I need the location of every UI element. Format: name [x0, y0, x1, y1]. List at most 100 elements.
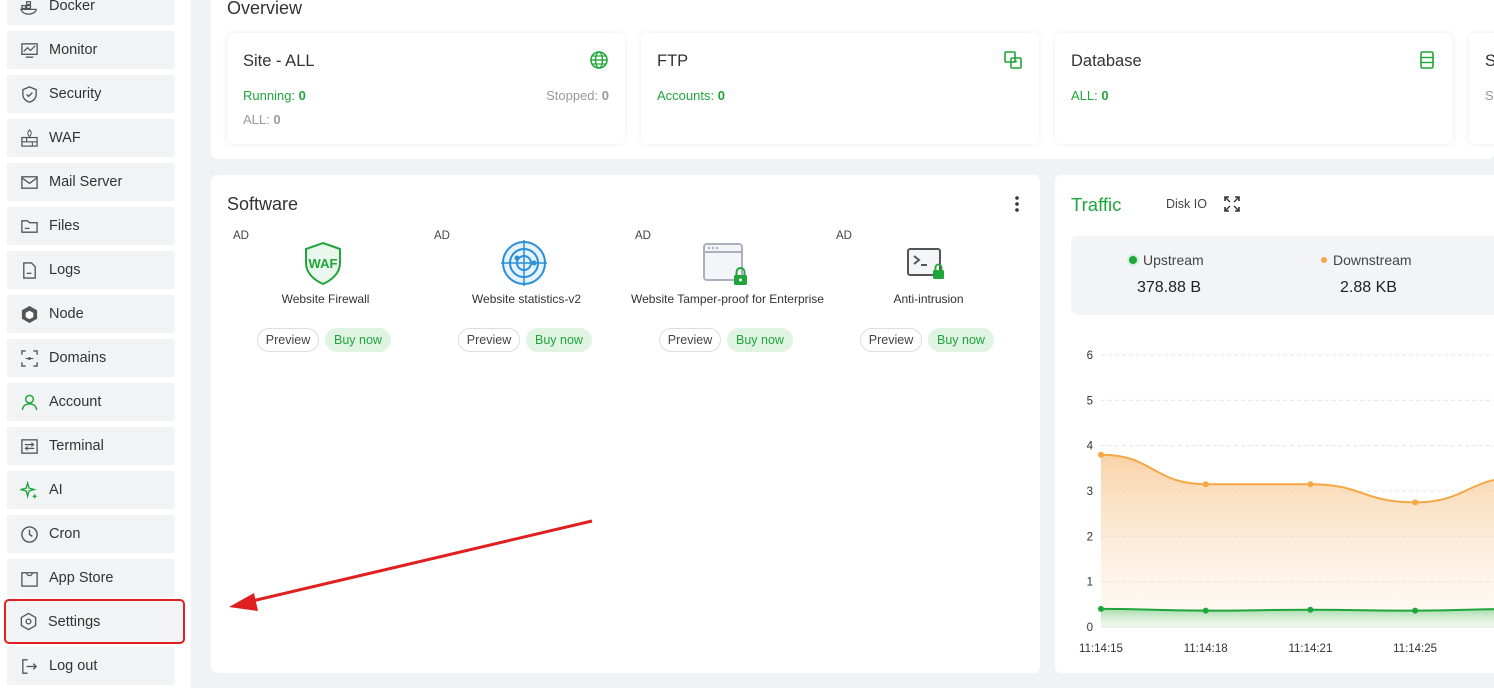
sidebar-item-files[interactable]: Files [7, 207, 175, 245]
svg-text:WAF: WAF [309, 256, 338, 271]
preview-button[interactable]: Preview [458, 328, 520, 352]
cut-off-card-title: S [1485, 52, 1494, 70]
more-vertical-icon[interactable] [1012, 195, 1022, 213]
expand-icon[interactable] [1224, 196, 1240, 212]
software-item-anti-intrusion: AD Anti-intrusion Preview Buy now [830, 227, 1030, 357]
log-file-icon [19, 260, 39, 280]
buy-now-button[interactable]: Buy now [526, 328, 592, 352]
sidebar-item-ai[interactable]: AI [7, 471, 175, 509]
y-tick-label: 1 [1087, 577, 1093, 589]
anti-intrusion-terminal-icon[interactable] [902, 239, 950, 287]
upstream-label: Upstream [1143, 252, 1204, 268]
sidebar-item-label: Cron [49, 526, 81, 542]
sidebar-item-terminal[interactable]: Terminal [7, 427, 175, 465]
ftp-card-title: FTP [657, 52, 689, 70]
buy-now-button[interactable]: Buy now [727, 328, 793, 352]
database-icon [1420, 51, 1434, 69]
ftp-accounts[interactable]: Accounts: 0 [657, 88, 725, 103]
legend-downstream[interactable]: Downstream [1321, 252, 1412, 268]
sidebar-item-label: Log out [49, 658, 98, 674]
sidebar-item-label: Domains [49, 350, 107, 366]
sidebar-item-app-store[interactable]: App Store [7, 559, 175, 597]
sidebar-item-node[interactable]: Node [7, 295, 175, 333]
y-tick-label: 5 [1087, 395, 1093, 407]
settings-icon [18, 612, 38, 632]
sidebar-item-label: Node [49, 306, 84, 322]
software-panel: Software AD WAF Website Firewall Preview… [211, 175, 1040, 673]
cut-off-card[interactable]: S S [1469, 33, 1494, 144]
traffic-chart: 0 1 2 3 4 5 6 11:14:15 11:14:18 11:14:21 11:14:25 [1079, 350, 1494, 655]
software-name: Website Tamper-proof for Enterprise [631, 292, 824, 306]
series-area-upstream [1101, 608, 1494, 627]
site-stopped[interactable]: Stopped: 0 [546, 88, 609, 103]
x-tick-label: 11:14:21 [1288, 643, 1332, 655]
statistics-target-icon[interactable] [500, 239, 548, 287]
data-point-upstream [1412, 607, 1419, 614]
y-tick-label: 6 [1087, 350, 1093, 362]
preview-button[interactable]: Preview [860, 328, 922, 352]
sidebar-item-log-out[interactable]: Log out [7, 647, 175, 685]
tab-disk-io[interactable]: Disk IO [1166, 197, 1207, 211]
sidebar-item-label: Mail Server [49, 174, 123, 190]
buy-now-button[interactable]: Buy now [325, 328, 391, 352]
traffic-summary: Upstream 378.88 B Downstream 2.88 KB [1071, 236, 1494, 315]
sidebar-item-label: Docker [49, 0, 95, 14]
sidebar-item-account[interactable]: Account [7, 383, 175, 421]
tab-traffic[interactable]: Traffic [1071, 194, 1121, 216]
tamper-proof-lock-icon[interactable] [701, 239, 749, 287]
docker-icon [19, 0, 39, 16]
sidebar-item-mail-server[interactable]: Mail Server [7, 163, 175, 201]
waf-shield-icon[interactable]: WAF [299, 239, 347, 287]
database-all[interactable]: ALL: 0 [1071, 88, 1109, 103]
sidebar-item-label: Security [49, 86, 102, 102]
site-running[interactable]: Running: 0 [243, 88, 306, 103]
user-icon [19, 392, 39, 412]
sidebar-item-label: WAF [49, 130, 81, 146]
sidebar-item-label: AI [49, 482, 63, 498]
y-tick-label: 3 [1087, 486, 1093, 498]
monitor-icon [19, 40, 39, 60]
ftp-card[interactable]: FTP Accounts: 0 [641, 33, 1039, 144]
data-point-downstream [1307, 481, 1314, 488]
data-point-upstream [1202, 607, 1209, 614]
sidebar-item-monitor[interactable]: Monitor [7, 31, 175, 69]
accounts-label: Accounts: [657, 88, 715, 103]
db-all-count: 0 [1101, 88, 1109, 103]
sidebar-item-logs[interactable]: Logs [7, 251, 175, 289]
sidebar-item-label: App Store [49, 570, 114, 586]
shield-icon [19, 84, 39, 104]
logout-icon [19, 656, 39, 676]
sidebar-item-cron[interactable]: Cron [7, 515, 175, 553]
ad-label: AD [836, 230, 852, 242]
folder-icon [19, 216, 39, 236]
accounts-count: 0 [717, 88, 725, 103]
downstream-value: 2.88 KB [1340, 279, 1397, 296]
software-item-statistics: AD Website statistics-v2 Preview Buy now [428, 227, 628, 357]
running-count: 0 [298, 88, 306, 103]
preview-button[interactable]: Preview [659, 328, 721, 352]
traffic-panel: Traffic Disk IO Upstream 378.88 B Downst… [1055, 175, 1494, 673]
site-card[interactable]: Site - ALL Running: 0 Stopped: 0 ALL: 0 [227, 33, 625, 144]
database-card[interactable]: Database ALL: 0 [1055, 33, 1453, 144]
preview-button[interactable]: Preview [257, 328, 319, 352]
firewall-icon [19, 128, 39, 148]
sidebar-item-security[interactable]: Security [7, 75, 175, 113]
stopped-label: Stopped: [546, 88, 599, 103]
data-point-downstream [1098, 451, 1104, 458]
ftp-icon [1004, 51, 1022, 69]
sidebar-item-settings[interactable]: Settings [4, 599, 185, 644]
cut-off-card-stat: S [1485, 88, 1494, 103]
ad-label: AD [434, 230, 450, 242]
globe-icon [590, 51, 608, 69]
x-tick-label: 11:14:25 [1393, 643, 1437, 655]
legend-upstream[interactable]: Upstream [1129, 252, 1204, 268]
downstream-dot-icon [1321, 257, 1327, 263]
sidebar-item-domains[interactable]: Domains [7, 339, 175, 377]
sidebar-item-docker[interactable]: Docker [7, 0, 175, 25]
data-point-upstream [1098, 605, 1104, 612]
sidebar-item-waf[interactable]: WAF [7, 119, 175, 157]
ad-label: AD [635, 230, 651, 242]
sidebar-item-label: Monitor [49, 42, 98, 58]
site-all[interactable]: ALL: 0 [243, 112, 281, 127]
buy-now-button[interactable]: Buy now [928, 328, 994, 352]
